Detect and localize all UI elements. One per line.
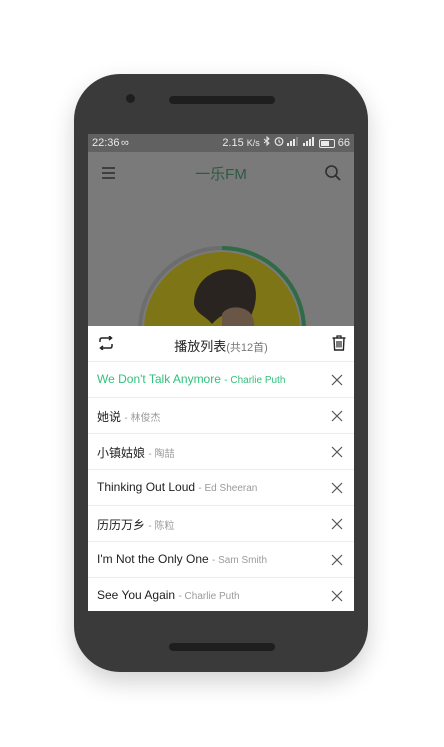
song-title: We Don't Talk Anymore	[97, 372, 221, 386]
infinity-icon: ∞	[121, 137, 129, 149]
song-title: See You Again	[97, 588, 176, 602]
status-time: 22:36	[92, 137, 120, 149]
song-title: 小镇姑娘	[97, 446, 146, 460]
close-icon[interactable]	[331, 481, 343, 494]
close-icon[interactable]	[331, 553, 343, 566]
playlist-item[interactable]: 历历万乡 - 陈粒	[88, 506, 354, 542]
song-artist: - Ed Sheeran	[198, 483, 258, 494]
app-title: 一乐FM	[195, 166, 247, 183]
song-title: 历历万乡	[97, 518, 146, 532]
battery-icon	[318, 138, 335, 148]
playlist-title-text: 播放列表	[174, 339, 227, 354]
bluetooth-icon	[263, 134, 271, 152]
song-title: I'm Not the Only One	[97, 552, 209, 566]
song-artist: - Sam Smith	[212, 555, 268, 566]
close-icon[interactable]	[331, 517, 343, 530]
playlist-panel: 播放列表(共12首) We Don't Talk Anymore - Charl…	[88, 326, 354, 611]
song-artist: - Charlie Puth	[178, 591, 240, 602]
playlist-title: 播放列表(共12首)	[88, 336, 354, 355]
playlist-count: (共12首)	[226, 342, 268, 354]
phone-screen: 22:36 ∞ 2.15 K/s 66 一乐FM 播放列表(共12首) We D…	[88, 134, 354, 611]
app-bar: 一乐FM	[88, 152, 354, 194]
status-bar: 22:36 ∞ 2.15 K/s 66	[88, 134, 354, 152]
song-artist: - 陈粒	[148, 521, 175, 532]
alarm-icon	[274, 134, 284, 152]
front-camera	[126, 94, 135, 103]
song-title: Thinking Out Loud	[97, 480, 196, 494]
playlist-header: 播放列表(共12首)	[88, 326, 354, 362]
close-icon[interactable]	[331, 409, 343, 422]
close-icon[interactable]	[331, 373, 343, 386]
close-icon[interactable]	[331, 589, 343, 602]
song-artist: - 陶喆	[148, 449, 175, 460]
song-artist: - 林俊杰	[124, 413, 161, 424]
song-title: 她说	[97, 410, 122, 424]
playlist-item[interactable]: 她说 - 林俊杰	[88, 398, 354, 434]
earpiece-speaker	[169, 96, 275, 104]
network-speed: 2.15	[222, 137, 244, 149]
playlist-item[interactable]: We Don't Talk Anymore - Charlie Puth	[88, 362, 354, 398]
playlist-item[interactable]: See You Again - Charlie Puth	[88, 578, 354, 611]
battery-level: 66	[337, 137, 350, 149]
signal-icon	[302, 134, 316, 152]
playlist-item[interactable]: I'm Not the Only One - Sam Smith	[88, 542, 354, 578]
trash-icon[interactable]	[332, 335, 346, 351]
close-icon[interactable]	[331, 445, 343, 458]
signal-icon	[286, 134, 300, 152]
playlist-item[interactable]: Thinking Out Loud - Ed Sheeran	[88, 470, 354, 506]
network-speed-unit: K/s	[246, 138, 260, 148]
playlist-item[interactable]: 小镇姑娘 - 陶喆	[88, 434, 354, 470]
song-artist: - Charlie Puth	[224, 375, 286, 386]
bottom-speaker	[169, 643, 275, 651]
search-icon[interactable]	[324, 164, 342, 182]
